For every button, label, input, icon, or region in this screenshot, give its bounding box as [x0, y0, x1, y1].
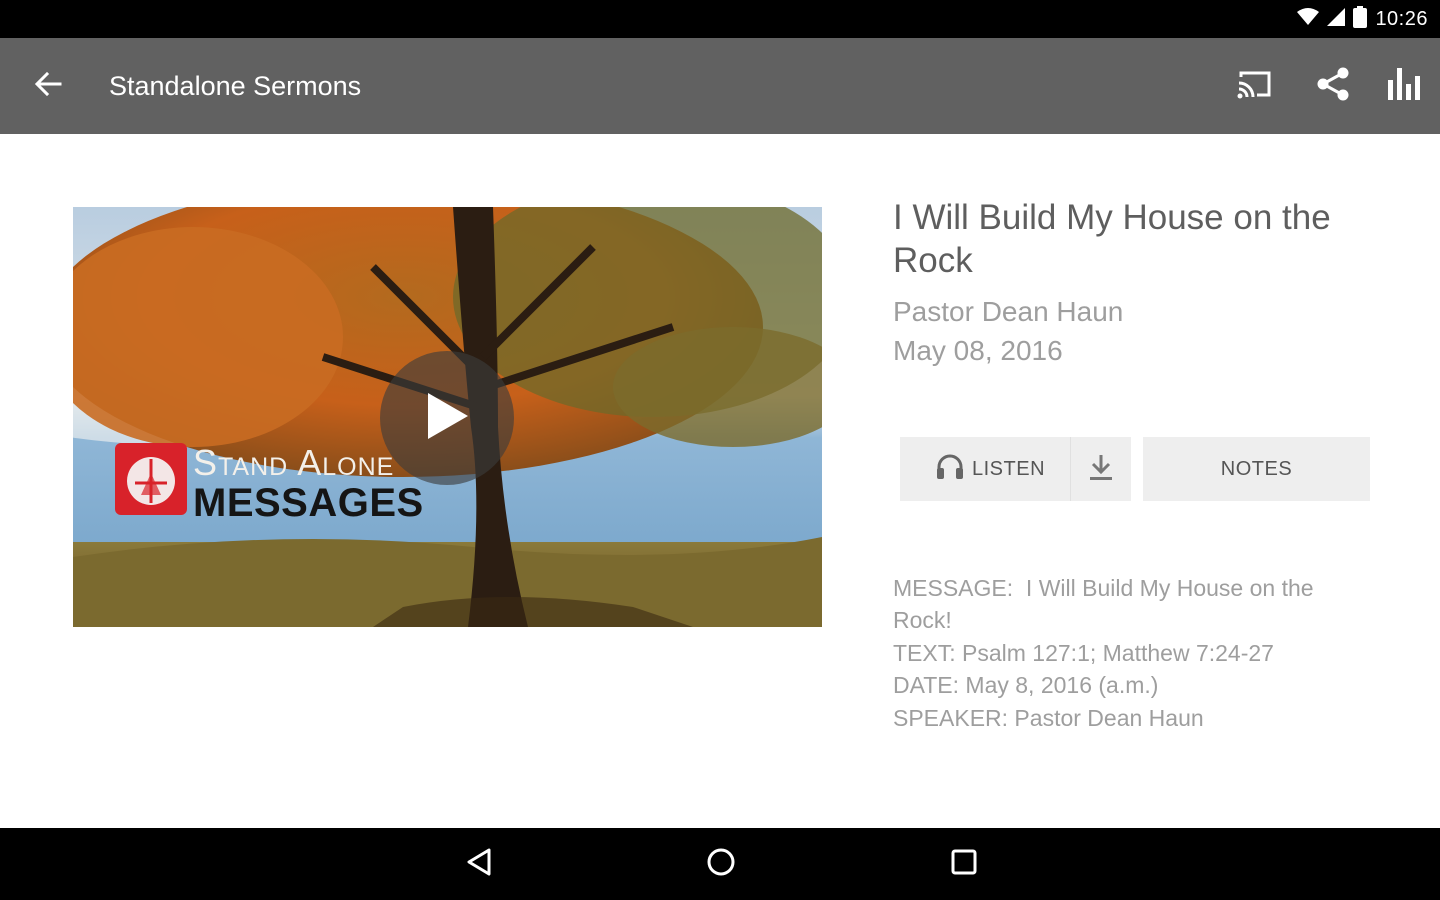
cast-icon — [1237, 69, 1273, 104]
wifi-icon — [1297, 7, 1320, 31]
back-button[interactable] — [20, 62, 76, 110]
system-nav-bar — [0, 828, 1440, 900]
sermon-video-thumbnail[interactable]: Stand Alone MESSAGES — [73, 207, 822, 627]
notes-label: NOTES — [1220, 457, 1293, 480]
listen-button[interactable]: LISTEN — [900, 437, 1045, 501]
listen-label: LISTEN — [972, 457, 1046, 480]
brand-line2: MESSAGES — [193, 481, 424, 525]
equalizer-button[interactable] — [1377, 62, 1433, 110]
download-icon — [1088, 453, 1114, 486]
signal-icon — [1327, 7, 1346, 31]
equalizer-icon — [1387, 67, 1423, 105]
brand-line1: Stand Alone — [193, 442, 395, 483]
description-line: SPEAKER: Pastor Dean Haun — [893, 704, 1204, 731]
status-time: 10:26 — [1375, 7, 1428, 30]
arrow-back-icon — [34, 70, 62, 103]
status-bar: 10:26 — [0, 0, 1440, 38]
play-icon — [424, 391, 470, 446]
description-line: DATE: May 8, 2016 (a.m.) — [893, 672, 1159, 699]
brand-overlay: Stand Alone MESSAGES — [115, 443, 424, 523]
description-line: TEXT: Psalm 127:1; Matthew 7:24-27 — [893, 639, 1274, 666]
listen-button-group: LISTEN — [900, 437, 1131, 501]
nav-home-button[interactable] — [691, 840, 751, 888]
sermon-detail: Stand Alone MESSAGES I Will Build My Hou… — [0, 134, 1440, 828]
sermon-speaker: Pastor Dean Haun — [893, 296, 1124, 327]
church-logo — [115, 443, 187, 515]
description-line: MESSAGE: I Will Build My House on the Ro… — [893, 575, 1320, 634]
status-icons: 10:26 — [1297, 0, 1428, 38]
nav-back-button[interactable] — [449, 840, 509, 888]
app-toolbar: Standalone Sermons — [0, 38, 1440, 134]
nav-recents-button[interactable] — [934, 840, 994, 888]
download-button[interactable] — [1070, 437, 1131, 501]
back-triangle-icon — [466, 847, 492, 882]
home-circle-icon — [706, 847, 736, 882]
headphones-icon — [936, 454, 964, 485]
recents-square-icon — [950, 848, 978, 881]
cast-button[interactable] — [1227, 62, 1283, 110]
battery-icon — [1353, 5, 1368, 33]
share-icon — [1315, 66, 1351, 107]
brand-text: Stand Alone MESSAGES — [193, 442, 424, 525]
sermon-date: May 08, 2016 — [893, 335, 1063, 366]
sermon-description: MESSAGE: I Will Build My House on the Ro… — [893, 572, 1333, 734]
page-title: Standalone Sermons — [109, 71, 362, 101]
notes-button[interactable]: NOTES — [1143, 437, 1370, 501]
sermon-title: I Will Build My House on the Rock — [893, 198, 1331, 280]
share-button[interactable] — [1305, 62, 1361, 110]
